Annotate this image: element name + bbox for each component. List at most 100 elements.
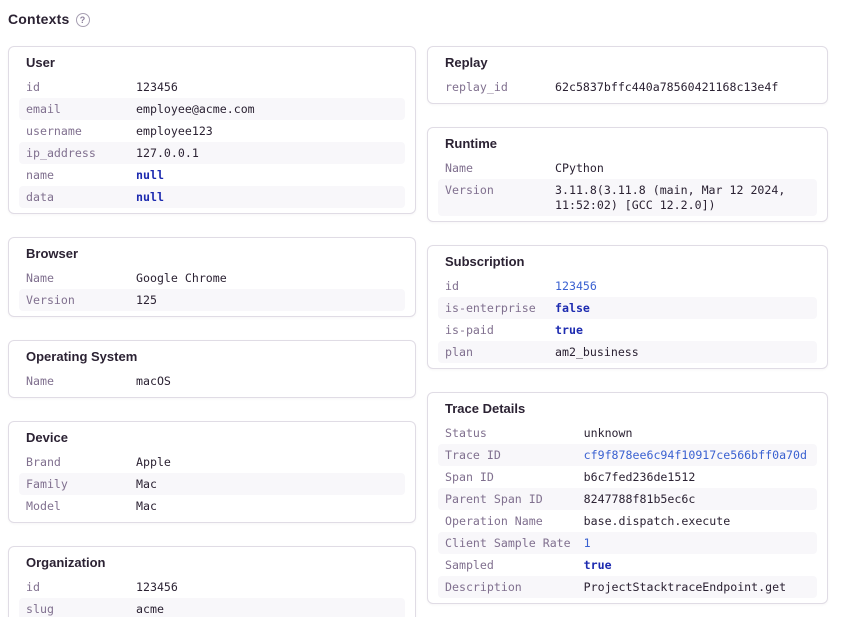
key-value-row: usernameemployee123 — [19, 120, 405, 142]
row-key: ip_address — [19, 142, 129, 164]
row-value: CPython — [555, 161, 604, 175]
row-key: Model — [19, 495, 129, 517]
row-value-cell: acme — [129, 598, 405, 617]
row-value: true — [584, 558, 612, 572]
row-key: Status — [438, 422, 577, 444]
row-value: ProjectStacktraceEndpoint.get — [584, 580, 786, 594]
key-value-table: id123456slug acme — [19, 576, 405, 617]
key-value-table: Brand Apple Family Mac Model Mac — [19, 451, 405, 517]
key-value-row: email employee@acme.com — [19, 98, 405, 120]
row-value: 123456 — [555, 279, 597, 293]
row-key: Family — [19, 473, 129, 495]
key-value-row: data null — [19, 186, 405, 208]
row-value-cell: Google Chrome — [129, 267, 405, 289]
key-value-row: id 123456 — [438, 275, 817, 297]
row-key: id — [438, 275, 548, 297]
row-key: Operation Name — [438, 510, 577, 532]
context-card-user: User id123456email employee@acme.com userna… — [8, 46, 416, 214]
key-value-row: id123456 — [19, 76, 405, 98]
row-value: null — [136, 190, 164, 204]
row-value: Mac — [136, 499, 157, 513]
context-card-subscription: Subscription id 123456 is-enterprisefalseis… — [427, 245, 828, 369]
key-value-row: NameGoogle Chrome — [19, 267, 405, 289]
context-card-device: Device Brand Apple Family Mac Model Mac — [8, 421, 416, 523]
row-key: is-paid — [438, 319, 548, 341]
card-title: Replay — [438, 55, 817, 71]
row-key: slug — [19, 598, 129, 617]
row-value-cell: employee@acme.com — [129, 98, 405, 120]
row-value: true — [555, 323, 583, 337]
row-value-cell: 123456 — [129, 576, 405, 598]
key-value-row: Sampled true — [438, 554, 817, 576]
row-key: Name — [19, 370, 129, 392]
row-value-cell: ProjectStacktraceEndpoint.get — [577, 576, 817, 598]
row-value-cell: 125 — [129, 289, 405, 311]
row-key: name — [19, 164, 129, 186]
row-value: b6c7fed236de1512 — [584, 470, 696, 484]
row-value-cell: 8247788f81b5ec6c — [577, 488, 817, 510]
row-key: Name — [19, 267, 129, 289]
card-title: Subscription — [438, 254, 817, 270]
row-key: Brand — [19, 451, 129, 473]
key-value-table: Name CPython Version3.11.8(3.11.8 (main, M… — [438, 157, 817, 216]
key-value-table: id123456is-enterprisefalseis-paidtruepla… — [438, 275, 817, 363]
row-value: 123456 — [136, 80, 178, 94]
row-value-cell: Mac — [129, 495, 405, 517]
row-key: Sampled — [438, 554, 577, 576]
row-value: 125 — [136, 293, 157, 307]
row-key: plan — [438, 341, 548, 363]
key-value-table: replay_id62c5837bffc440a78560421168c13e4… — [438, 76, 817, 98]
row-value-cell: 3.11.8(3.11.8 (main, Mar 12 2024, 11:52:… — [548, 179, 817, 216]
card-title: User — [19, 55, 405, 71]
row-value: 8247788f81b5ec6c — [584, 492, 696, 506]
row-key: data — [19, 186, 129, 208]
key-value-row: Client Sample Rate1 — [438, 532, 817, 554]
key-value-table: NamemacOS — [19, 370, 405, 392]
row-value: null — [136, 168, 164, 182]
context-card-replay: Replay replay_id62c5837bffc440a7856042116… — [427, 46, 828, 104]
row-value-cell: 127.0.0.1 — [129, 142, 405, 164]
row-key: replay_id — [438, 76, 548, 98]
context-card-runtime: RuntimeNameCPythonVersion3.11.8(3.11.8 (… — [427, 127, 828, 222]
row-value-cell: true — [548, 319, 817, 341]
row-value-cell: CPython — [548, 157, 817, 179]
card-title: Operating System — [19, 349, 405, 365]
row-value: 3.11.8(3.11.8 (main, Mar 12 2024, 11:52:… — [555, 183, 785, 212]
row-key: Span ID — [438, 466, 577, 488]
row-key: is-enterprise — [438, 297, 548, 319]
row-key: Name — [438, 157, 548, 179]
key-value-row: Version3.11.8(3.11.8 (main, Mar 12 2024,… — [438, 179, 817, 216]
row-value: employee@acme.com — [136, 102, 255, 116]
row-value-cell: am2_business — [548, 341, 817, 363]
row-value-cell: true — [577, 554, 817, 576]
row-value-cell: cf9f878ee6c94f10917ce566bff0a70d — [577, 444, 817, 466]
context-column-left: Userid123456emailemployee@acme.comuserna… — [8, 46, 416, 617]
row-value: Mac — [136, 477, 157, 491]
row-value-cell: null — [129, 164, 405, 186]
row-value: Apple — [136, 455, 171, 469]
key-value-row: replay_id62c5837bffc440a78560421168c13e4… — [438, 76, 817, 98]
row-value: acme — [136, 602, 164, 616]
trace-id-link[interactable]: cf9f878ee6c94f10917ce566bff0a70d — [584, 448, 807, 462]
context-cards-grid: Userid123456emailemployee@acme.comuserna… — [8, 46, 828, 617]
row-key: Version — [438, 179, 548, 216]
context-card-trace-details: Trace DetailsStatusunknownTrace IDcf9f87… — [427, 392, 828, 604]
row-value: am2_business — [555, 345, 639, 359]
row-key: email — [19, 98, 129, 120]
help-icon[interactable]: ? — [76, 13, 90, 27]
row-value: 127.0.0.1 — [136, 146, 199, 160]
row-key: id — [19, 576, 129, 598]
context-card-organization: Organizationid123456slugacme — [8, 546, 416, 617]
key-value-row: plan am2_business — [438, 341, 817, 363]
key-value-row: Operation Name base.dispatch.execute — [438, 510, 817, 532]
row-value-cell: false — [548, 297, 817, 319]
key-value-row: Brand Apple — [19, 451, 405, 473]
card-title: Browser — [19, 246, 405, 262]
row-value-cell: Mac — [129, 473, 405, 495]
context-card-browser: BrowserNameGoogle ChromeVersion125 — [8, 237, 416, 317]
key-value-row: Statusunknown — [438, 422, 817, 444]
card-title: Device — [19, 430, 405, 446]
key-value-row: Parent Span ID8247788f81b5ec6c — [438, 488, 817, 510]
row-value: base.dispatch.execute — [584, 514, 731, 528]
key-value-row: Family Mac — [19, 473, 405, 495]
